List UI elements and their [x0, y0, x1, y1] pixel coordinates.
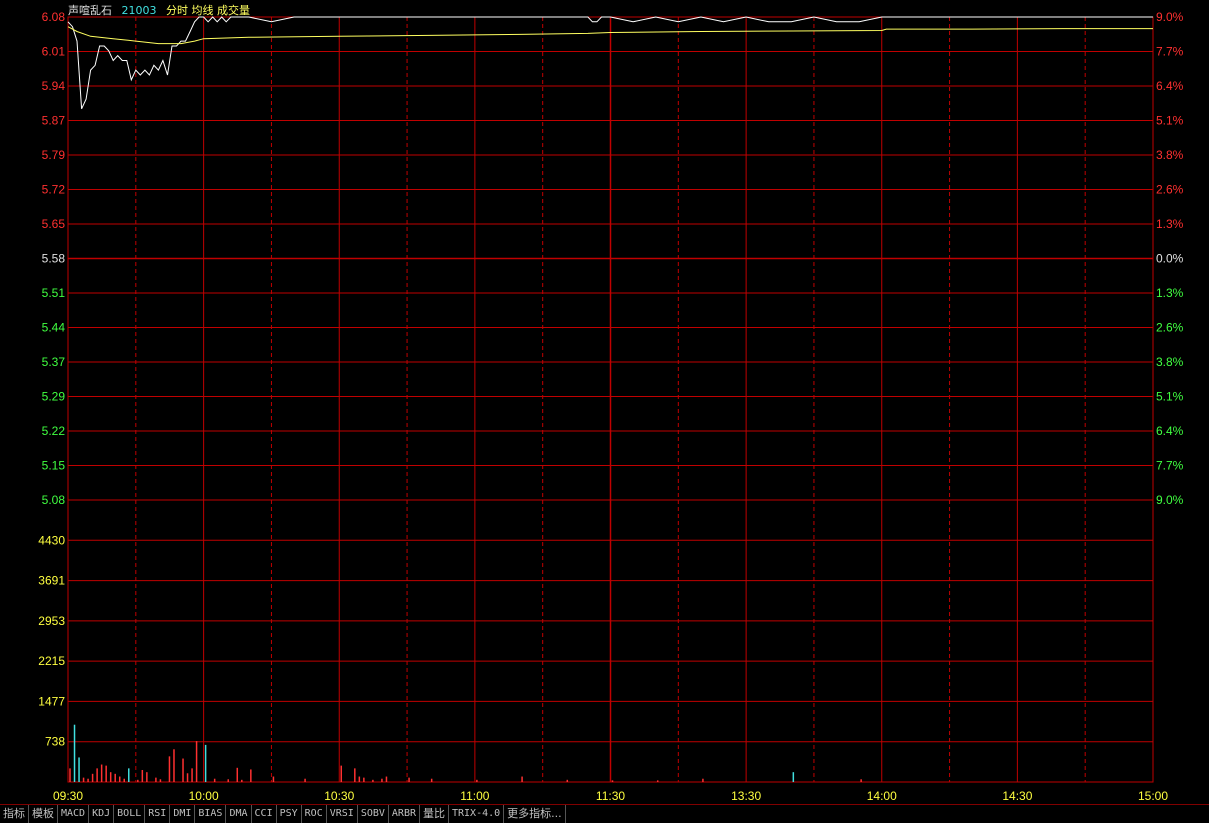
tab-11[interactable]: ROC [302, 805, 327, 823]
tab-4[interactable]: BOLL [114, 805, 146, 823]
price-tick-label: 5.87 [42, 114, 66, 128]
tab-1[interactable]: 模板 [29, 805, 58, 823]
volume-tick-label: 1477 [38, 694, 65, 708]
pct-tick-label: 6.4% [1156, 424, 1184, 438]
price-tick-label: 5.79 [42, 148, 66, 162]
tab-3[interactable]: KDJ [89, 805, 115, 823]
pct-tick-label: 9.0% [1156, 493, 1184, 507]
pct-tick-label: 2.6% [1156, 183, 1184, 197]
time-tick-label: 09:30 [53, 789, 83, 803]
time-tick-label: 14:00 [867, 789, 897, 803]
tab-14[interactable]: ARBR [389, 805, 420, 823]
time-tick-label: 13:30 [731, 789, 761, 803]
tab-5[interactable]: RSI [145, 805, 171, 823]
price-tick-label: 5.94 [42, 79, 66, 93]
tab-12[interactable]: VRSI [327, 805, 358, 823]
pct-tick-label: 7.7% [1156, 459, 1184, 473]
time-tick-label: 11:00 [460, 789, 489, 803]
time-tick-label: 14:30 [1002, 789, 1032, 803]
pct-tick-label: 3.8% [1156, 355, 1184, 369]
pct-tick-label: 1.3% [1156, 217, 1184, 231]
pct-tick-label: 5.1% [1156, 114, 1184, 128]
price-tick-label: 5.37 [42, 355, 66, 369]
tab-16[interactable]: TRIX-4.0 [449, 805, 505, 823]
tab-15[interactable]: 量比 [420, 805, 449, 823]
tab-6[interactable]: DMI [170, 805, 196, 823]
time-tick-label: 10:30 [324, 789, 354, 803]
tab-13[interactable]: SOBV [358, 805, 389, 823]
pct-tick-label: 5.1% [1156, 390, 1184, 404]
time-tick-label: 10:00 [189, 789, 219, 803]
price-tick-label: 5.08 [42, 493, 66, 507]
pct-tick-label: 9.0% [1156, 10, 1184, 24]
volume-tick-label: 738 [45, 735, 65, 749]
tab-0[interactable]: 指标 [0, 805, 29, 823]
tab-10[interactable]: PSY [277, 805, 302, 823]
stock-code: 21003 [121, 4, 157, 17]
tab-7[interactable]: BIAS [195, 805, 227, 823]
volume-tick-label: 4430 [38, 533, 65, 547]
pct-tick-label: 6.4% [1156, 79, 1184, 93]
price-tick-label: 5.58 [42, 252, 66, 266]
price-tick-label: 5.65 [42, 217, 66, 231]
intraday-chart: 6.08 9.0% 6.01 7.7% 5.94 6.4% 5.87 5.1% 5.79 3.8%… [38, 10, 1184, 803]
pct-tick-label: 1.3% [1156, 286, 1184, 300]
pct-tick-label: 3.8% [1156, 148, 1184, 162]
tab-9[interactable]: CCI [252, 805, 277, 823]
volume-tick-label: 3691 [38, 574, 65, 588]
volume-tick-label: 2953 [38, 614, 65, 628]
tab-2[interactable]: MACD [58, 805, 90, 823]
time-tick-label: 11:30 [596, 789, 625, 803]
tab-8[interactable]: DMA [226, 805, 252, 823]
indicator-toolbar: 指标 模板 MACD KDJ BOLL RSI DMI BIAS DMA CCI PSY ROC VRS… [0, 804, 1209, 823]
price-tick-label: 5.51 [42, 286, 66, 300]
price-tick-label: 5.44 [42, 321, 66, 335]
pct-tick-label: 0.0% [1156, 252, 1184, 266]
chart-legend: 声喧乱石 21003 分时 均线 成交量 [68, 2, 256, 18]
volume-tick-label: 2215 [38, 654, 65, 668]
time-tick-label: 15:00 [1138, 789, 1168, 803]
price-tick-label: 5.72 [42, 183, 66, 197]
price-tick-label: 5.15 [42, 459, 66, 473]
indicator-names: 分时 均线 成交量 [166, 4, 250, 17]
price-tick-label: 5.22 [42, 424, 66, 438]
price-tick-label: 5.29 [42, 390, 66, 404]
pct-tick-label: 2.6% [1156, 321, 1184, 335]
tab-17[interactable]: 更多指标... [504, 805, 566, 823]
price-tick-label: 6.01 [42, 45, 66, 59]
stock-name: 声喧乱石 [68, 4, 112, 17]
price-tick-label: 6.08 [42, 10, 66, 24]
pct-tick-label: 7.7% [1156, 45, 1184, 59]
